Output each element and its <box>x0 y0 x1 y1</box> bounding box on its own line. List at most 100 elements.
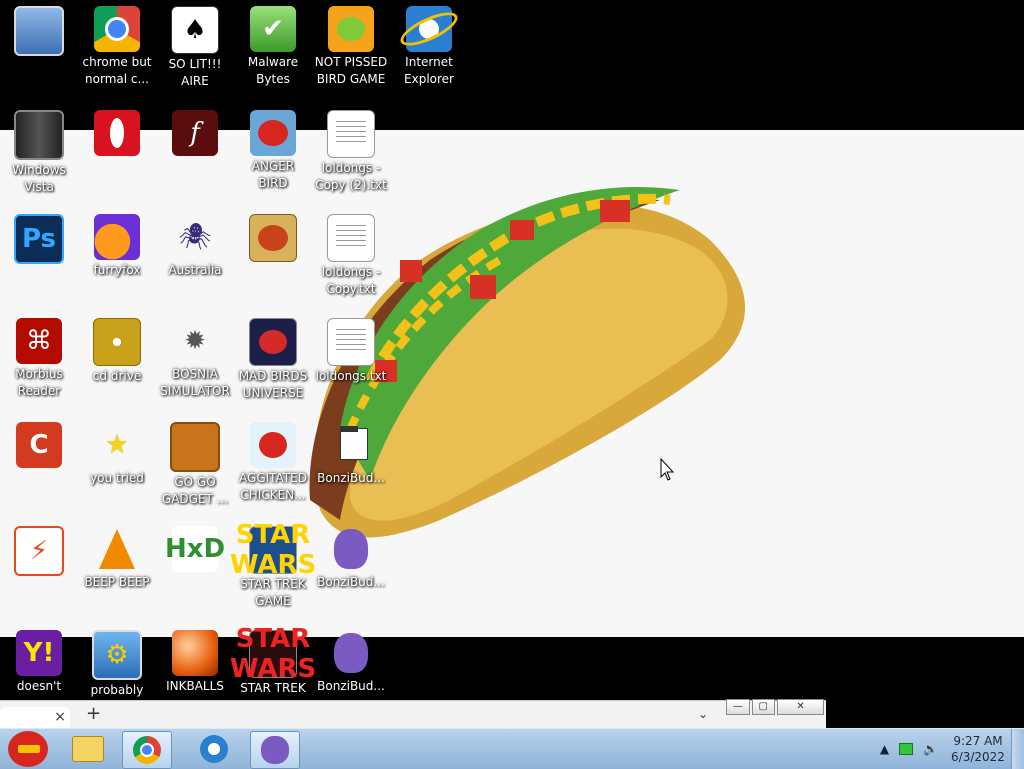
vlc-icon <box>94 526 140 572</box>
desktop-icon[interactable]: ⌘ Morbius Reader <box>0 312 78 414</box>
cards-icon: ♠ <box>171 6 219 54</box>
yahoo-icon: Y! <box>16 630 62 676</box>
chrome-icon <box>94 6 140 52</box>
desktop-icon[interactable]: C <box>0 416 78 518</box>
angry-bird-icon <box>250 110 296 156</box>
ccleaner-icon: C <box>16 422 62 468</box>
seasons-bird-icon <box>249 214 297 262</box>
desktop-icon[interactable] <box>78 104 156 206</box>
desktop-icon[interactable]: ⚡ <box>0 520 78 622</box>
desktop-icon[interactable] <box>234 208 312 310</box>
shield-icon: ✔ <box>250 6 296 52</box>
desktop-icon[interactable]: AGGITATED CHICKEN... <box>234 416 312 518</box>
desktop-icon-label: loldongs.txt <box>315 369 387 383</box>
taskbar-ie-button[interactable] <box>190 731 238 767</box>
taskbar-chrome-button[interactable] <box>122 731 172 769</box>
tray-expand-arrow[interactable]: ▲ <box>880 742 889 756</box>
browser-tab-strip: × + ⌄ — ▢ ✕ <box>0 699 826 729</box>
volume-icon[interactable]: 🔊 <box>923 742 938 756</box>
desktop-icon[interactable]: cd drive <box>78 312 156 414</box>
lightning-icon: ⚡ <box>14 526 64 576</box>
text-file-icon <box>327 318 375 366</box>
close-button[interactable]: ✕ <box>777 699 825 715</box>
inkball-icon <box>172 630 218 676</box>
desktop-icon[interactable]: Internet Explorer <box>390 0 468 102</box>
desktop-icon[interactable]: f <box>156 104 234 206</box>
desktop-icon[interactable]: BonziBud... <box>312 520 390 622</box>
start-button[interactable] <box>6 729 50 769</box>
tab-close-button[interactable]: × <box>54 709 66 725</box>
ie-icon <box>200 735 228 763</box>
desktop-icon[interactable]: loldongs - Copy (2).txt <box>312 104 390 206</box>
system-tray: ▲ 🔊 9:27 AM 6/3/2022 <box>880 729 1008 769</box>
desktop-icon[interactable]: BEEP BEEP <box>78 520 156 622</box>
desktop-icon[interactable]: chrome but normal c... <box>78 0 156 102</box>
desktop-icon-label: Morbius Reader <box>15 367 63 398</box>
desktop-icon[interactable]: GO GO GADGET ... <box>156 416 234 518</box>
photoshop-icon: Ps <box>14 214 64 264</box>
desktop-icon-label: BEEP BEEP <box>84 575 150 589</box>
firefox-icon <box>94 214 140 260</box>
desktop-icon-label: furryfox <box>93 263 141 277</box>
bonzi-icon <box>328 526 374 572</box>
desktop-icon[interactable]: Ps <box>0 208 78 310</box>
desktop-icon[interactable]: NOT PISSED BIRD GAME <box>312 0 390 102</box>
folder-icon <box>72 736 104 762</box>
taskbar-bonzi-button[interactable] <box>250 731 300 769</box>
desktop-icon-label: Windows Vista <box>12 163 66 194</box>
desktop-icon[interactable]: BonziBud... <box>312 416 390 518</box>
minimize-button[interactable]: — <box>726 699 750 715</box>
tab-search-button[interactable]: ⌄ <box>698 707 708 721</box>
desktop-icon[interactable]: HxD <box>156 520 234 622</box>
desktop-icon-label: BonziBud... <box>317 679 385 693</box>
shortcut-file-icon <box>328 422 374 468</box>
window-controls: — ▢ ✕ <box>726 699 825 719</box>
spider-icon: 🕷 <box>178 222 212 252</box>
cd-icon <box>93 318 141 366</box>
desktop-icon-label: NOT PISSED BIRD GAME <box>314 55 388 86</box>
desktop-icon[interactable]: 🕷 Australia <box>156 208 234 310</box>
desktop-icon-label: BonziBud... <box>317 471 385 485</box>
desktop-icon[interactable]: loldongs.txt <box>312 312 390 414</box>
desktop-icon-label: ANGER BIRD <box>251 159 295 190</box>
bonzi-icon <box>328 630 374 676</box>
desktop-icon[interactable]: ★ you tried <box>78 416 156 518</box>
monitor-icon <box>14 6 64 56</box>
taskbar-explorer-button[interactable] <box>64 731 112 767</box>
mine-icon: ✹ <box>184 326 206 356</box>
desktop-icon[interactable]: ✔ Malware Bytes <box>234 0 312 102</box>
desktop-icon-label: SO LIT!!! AIRE <box>168 57 222 88</box>
hxd-icon: HxD <box>165 526 225 572</box>
desktop-icon-label: STAR TREK GAME <box>240 577 306 608</box>
desktop-icon[interactable]: MAD BIRDS UNIVERSE <box>234 312 312 414</box>
flash-icon: f <box>172 110 218 156</box>
angry-bird-start-icon <box>8 731 48 767</box>
maximize-button[interactable]: ▢ <box>751 699 776 715</box>
desktop-icon-label: BonziBud... <box>317 575 385 589</box>
show-desktop-button[interactable] <box>1011 729 1024 769</box>
new-tab-button[interactable]: + <box>86 703 101 724</box>
briefcase-icon <box>170 422 220 472</box>
desktop-icon[interactable]: Windows Vista <box>0 104 78 206</box>
desktop-icon[interactable]: loldongs - Copy.txt <box>312 208 390 310</box>
browser-tab[interactable]: × <box>0 707 70 729</box>
desktop-icon-label: chrome but normal c... <box>82 55 152 86</box>
desktop[interactable]: chrome but normal c... ♠ SO LIT!!! AIRE ✔… <box>0 0 1024 728</box>
desktop-icon[interactable]: STAR WARS STAR TREK GAME <box>230 520 316 622</box>
clock-time: 9:27 AM <box>953 734 1003 748</box>
desktop-icon[interactable]: ♠ SO LIT!!! AIRE <box>156 0 234 102</box>
clock[interactable]: 9:27 AM 6/3/2022 <box>948 733 1008 765</box>
taskbar: ▲ 🔊 9:27 AM 6/3/2022 <box>0 728 1024 769</box>
desktop-icon-label: INKBALLS <box>166 679 224 693</box>
desktop-icon-label: probably <box>90 683 144 697</box>
gears-icon: ⚙ <box>92 630 142 680</box>
desktop-icon-label: Malware Bytes <box>247 55 299 86</box>
desktop-icon[interactable]: ✹ BOSNIA SIMULATOR <box>156 312 234 414</box>
desktop-icon[interactable]: ANGER BIRD <box>234 104 312 206</box>
desktop-icon-label: MAD BIRDS UNIVERSE <box>238 369 308 400</box>
network-icon[interactable] <box>899 743 914 755</box>
desktop-icon-label: Internet Explorer <box>404 55 454 86</box>
desktop-icon[interactable]: furryfox <box>78 208 156 310</box>
desktop-icon-label: AGGITATED CHICKEN... <box>239 471 307 502</box>
desktop-icon[interactable] <box>0 0 78 102</box>
